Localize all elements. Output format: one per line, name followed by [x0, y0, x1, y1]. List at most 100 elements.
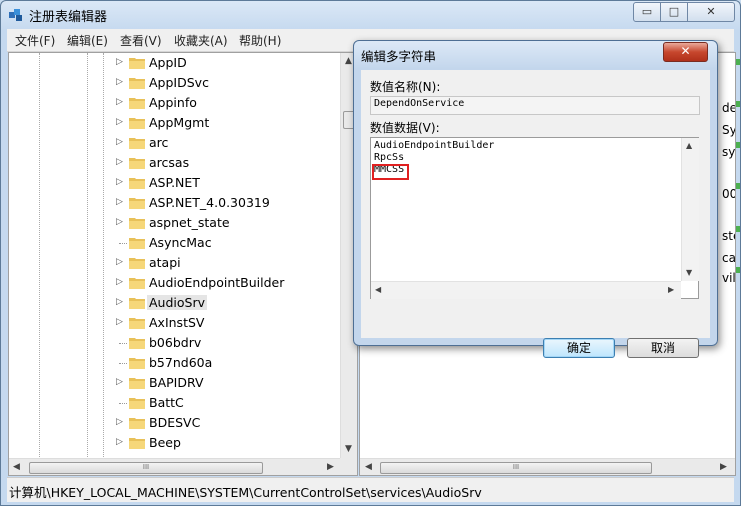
scroll-right-arrow[interactable]: ▶ [327, 462, 334, 472]
scroll-up-arrow[interactable]: ▲ [345, 56, 352, 66]
scroll-left-arrow[interactable]: ◀ [365, 462, 372, 472]
tree-connector [119, 403, 127, 404]
folder-icon [129, 358, 145, 369]
scroll-right-arrow[interactable]: ▶ [720, 462, 727, 472]
window-title: 注册表编辑器 [29, 10, 108, 25]
tree-item[interactable]: ▷ arcsas [9, 153, 339, 173]
close-button[interactable]: ✕ [687, 2, 735, 22]
title-bar[interactable]: 注册表编辑器 ▭ □ ✕ [1, 1, 740, 27]
status-marker [736, 142, 740, 148]
data-vertical-scrollbar[interactable]: ▲ ▼ [681, 138, 699, 281]
tree-item[interactable]: ▷ AudioSrv [9, 293, 339, 313]
scroll-down-arrow[interactable]: ▼ [345, 444, 352, 454]
expand-arrow-icon[interactable]: ▷ [116, 197, 123, 207]
value-data-textarea[interactable]: AudioEndpointBuilder RpcSs MMCSS ▲ ▼ ◀ ▶ [370, 137, 699, 299]
data-line: RpcSs [374, 152, 405, 163]
folder-icon [129, 158, 145, 169]
tree-item-label: AudioEndpointBuilder [149, 275, 285, 290]
dialog-close-button[interactable]: ✕ [663, 42, 708, 62]
minimize-button[interactable]: ▭ [633, 2, 661, 22]
tree-item-label: AppMgmt [149, 115, 210, 130]
folder-icon [129, 238, 145, 249]
value-fragment: ste [722, 229, 735, 243]
folder-icon [129, 138, 145, 149]
tree-item[interactable]: ▷ aspnet_state [9, 213, 339, 233]
tree-item[interactable]: BattC [9, 393, 339, 413]
tree-item[interactable]: ▷ AppIDSvc [9, 73, 339, 93]
tree-item[interactable]: ▷ AxInstSV [9, 313, 339, 333]
expand-arrow-icon[interactable]: ▷ [116, 297, 123, 307]
expand-arrow-icon[interactable]: ▷ [116, 137, 123, 147]
scroll-thumb-horizontal[interactable]: III [29, 462, 263, 474]
tree-item[interactable]: ▷ AudioEndpointBuilder [9, 273, 339, 293]
expand-arrow-icon[interactable]: ▷ [116, 177, 123, 187]
tree-item[interactable]: ▷ BDESVC [9, 413, 339, 433]
value-name-field: DependOnService [370, 96, 700, 115]
expand-arrow-icon[interactable]: ▷ [116, 377, 123, 387]
key-tree[interactable]: ▲ ▼ ◀ III ▶ ▷ AppID ▷ AppIDSvc ▷ Appinfo ▷ AppM… [8, 52, 358, 476]
tree-item-label: b57nd60a [149, 355, 213, 370]
status-marker [736, 183, 740, 189]
tree-item[interactable]: ▷ Appinfo [9, 93, 339, 113]
scroll-left-arrow[interactable]: ◀ [13, 462, 20, 472]
dialog-body: 数值名称(N): DependOnService 数值数据(V): AudioE… [361, 70, 710, 358]
tree-item-label: atapi [149, 255, 181, 270]
scroll-right-arrow[interactable]: ▶ [668, 285, 674, 294]
scroll-left-arrow[interactable]: ◀ [375, 285, 381, 294]
expand-arrow-icon[interactable]: ▷ [116, 257, 123, 267]
expand-arrow-icon[interactable]: ▷ [116, 117, 123, 127]
menu-file[interactable]: 文件(F) [15, 32, 55, 49]
tree-item[interactable]: ▷ ASP.NET [9, 173, 339, 193]
expand-arrow-icon[interactable]: ▷ [116, 77, 123, 87]
expand-arrow-icon[interactable]: ▷ [116, 57, 123, 67]
tree-item[interactable]: ▷ atapi [9, 253, 339, 273]
tree-item[interactable]: ▷ AppMgmt [9, 113, 339, 133]
tree-item[interactable]: ▷ ASP.NET_4.0.30319 [9, 193, 339, 213]
expand-arrow-icon[interactable]: ▷ [116, 417, 123, 427]
expand-arrow-icon[interactable]: ▷ [116, 97, 123, 107]
expand-arrow-icon[interactable]: ▷ [116, 157, 123, 167]
value-fragment: ca [722, 251, 736, 265]
folder-icon [129, 438, 145, 449]
menu-help[interactable]: 帮助(H) [239, 32, 281, 49]
tree-item-label: Beep [149, 435, 181, 450]
folder-icon [129, 58, 145, 69]
tree-item-label: BAPIDRV [149, 375, 204, 390]
tree-item[interactable]: ▷ arc [9, 133, 339, 153]
edit-multi-string-dialog: 编辑多字符串 ✕ 数值名称(N): DependOnService 数值数据(V… [353, 40, 718, 358]
tree-item-label: ASP.NET [149, 175, 200, 190]
cancel-button[interactable]: 取消 [627, 338, 699, 358]
menu-favorites[interactable]: 收藏夹(A) [174, 32, 228, 49]
values-horizontal-scrollbar[interactable]: ◀ III ▶ [360, 458, 735, 475]
menu-view[interactable]: 查看(V) [120, 32, 162, 49]
menu-edit[interactable]: 编辑(E) [67, 32, 108, 49]
tree-item[interactable]: AsyncMac [9, 233, 339, 253]
tree-item-label: AsyncMac [149, 235, 212, 250]
status-marker [736, 59, 740, 65]
tree-item[interactable]: b57nd60a [9, 353, 339, 373]
folder-icon [129, 338, 145, 349]
expand-arrow-icon[interactable]: ▷ [116, 317, 123, 327]
maximize-button[interactable]: □ [660, 2, 688, 22]
scroll-thumb-horizontal[interactable]: III [380, 462, 652, 474]
tree-connector [119, 343, 127, 344]
data-line: AudioEndpointBuilder [374, 140, 495, 151]
expand-arrow-icon[interactable]: ▷ [116, 217, 123, 227]
ok-button[interactable]: 确定 [543, 338, 615, 358]
tree-item-label: ASP.NET_4.0.30319 [149, 195, 270, 210]
tree-connector [119, 243, 127, 244]
tree-item[interactable]: b06bdrv [9, 333, 339, 353]
tree-item-label: arc [149, 135, 169, 150]
tree-item[interactable]: ▷ BAPIDRV [9, 373, 339, 393]
scroll-up-arrow[interactable]: ▲ [686, 141, 692, 150]
regedit-icon [9, 9, 22, 21]
data-horizontal-scrollbar[interactable]: ◀ ▶ [371, 281, 681, 299]
scroll-down-arrow[interactable]: ▼ [686, 268, 692, 277]
expand-arrow-icon[interactable]: ▷ [116, 277, 123, 287]
status-marker [736, 267, 740, 273]
tree-item-label: Appinfo [149, 95, 197, 110]
tree-horizontal-scrollbar[interactable]: ◀ III ▶ [9, 458, 340, 475]
tree-item[interactable]: ▷ Beep [9, 433, 339, 453]
expand-arrow-icon[interactable]: ▷ [116, 437, 123, 447]
tree-item[interactable]: ▷ AppID [9, 53, 339, 73]
